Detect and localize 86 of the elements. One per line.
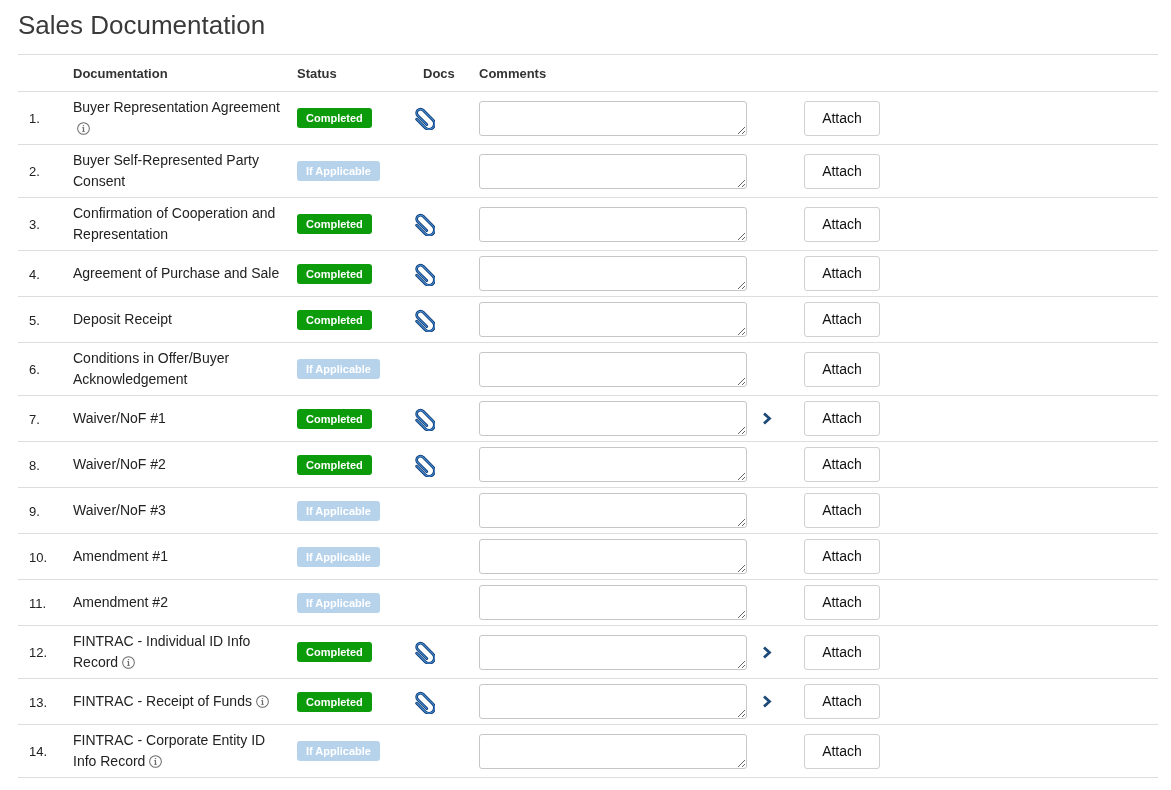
status-badge: If Applicable — [297, 741, 380, 761]
page-title: Sales Documentation — [18, 9, 266, 42]
row-number: 4. — [29, 266, 40, 282]
attach-button[interactable]: Attach — [804, 100, 880, 136]
status-badge: If Applicable — [297, 500, 380, 521]
attach-button[interactable]: Attach — [804, 447, 880, 482]
attach-button[interactable]: Attach — [804, 401, 880, 436]
document-name: Confirmation of Cooperation and Representation — [73, 205, 276, 242]
attach-button[interactable]: Attach — [804, 634, 880, 670]
status-badge: Completed — [297, 454, 372, 475]
comment-field[interactable] — [479, 733, 747, 769]
attach-button[interactable]: Attach — [804, 539, 880, 574]
attach-button[interactable]: Attach — [804, 585, 880, 620]
row-number: 12. — [29, 645, 48, 660]
column-header: Status — [297, 66, 337, 81]
column-header: Documentation — [73, 66, 168, 81]
row-number: 13. — [29, 694, 48, 710]
comment-field[interactable] — [479, 585, 747, 620]
comment-field[interactable] — [479, 493, 747, 528]
comment-field[interactable] — [479, 153, 747, 189]
document-name: Amendment #1 — [73, 548, 168, 564]
attach-button[interactable]: Attach — [804, 256, 880, 291]
row-number: 3. — [29, 217, 40, 232]
row-number: 9. — [29, 503, 40, 519]
row-number: 2. — [29, 164, 40, 179]
attach-button[interactable]: Attach — [804, 493, 880, 528]
comment-field[interactable] — [479, 634, 747, 670]
attach-button[interactable]: Attach — [804, 351, 880, 387]
attach-button[interactable]: Attach — [804, 684, 880, 719]
document-name: Amendment #2 — [73, 594, 168, 610]
row-number: 8. — [29, 457, 40, 473]
document-name: Buyer Representation Agreement — [73, 99, 280, 115]
status-badge: If Applicable — [297, 592, 380, 613]
comment-field[interactable] — [479, 351, 747, 387]
row-number: 1. — [29, 111, 40, 126]
comment-field[interactable] — [479, 401, 747, 436]
document-name: Conditions in Offer/Buyer Acknowledgement — [73, 350, 230, 387]
comment-field[interactable] — [479, 100, 747, 136]
document-name: FINTRAC - Individual ID Info Record — [73, 633, 251, 670]
paperclip-icon[interactable] — [413, 307, 435, 332]
comment-field[interactable] — [479, 539, 747, 574]
document-name: FINTRAC - Receipt of Funds — [73, 693, 252, 709]
attach-button[interactable]: Attach — [804, 153, 880, 189]
row-number: 11. — [29, 595, 47, 611]
comment-field[interactable] — [479, 302, 747, 337]
paperclip-icon[interactable] — [413, 106, 435, 130]
comment-field[interactable] — [479, 256, 747, 291]
chevron-right-icon[interactable] — [762, 645, 772, 659]
document-name: FINTRAC - Corporate Entity ID Info Record — [73, 732, 266, 769]
status-badge: Completed — [297, 408, 372, 429]
status-badge: If Applicable — [297, 359, 380, 379]
document-name: Deposit Receipt — [73, 311, 172, 327]
document-name: Waiver/NoF #3 — [73, 502, 166, 518]
status-badge: Completed — [297, 214, 372, 234]
paperclip-icon[interactable] — [413, 406, 435, 431]
status-badge: If Applicable — [297, 161, 380, 181]
column-header: Docs — [423, 66, 455, 81]
row-number: 10. — [29, 549, 48, 565]
paperclip-icon[interactable] — [413, 689, 435, 714]
paperclip-icon[interactable] — [413, 640, 435, 664]
row-number: 6. — [29, 362, 40, 377]
status-badge: If Applicable — [297, 546, 380, 567]
document-name: Buyer Self-Represented Party Consent — [73, 152, 259, 189]
attach-button[interactable]: Attach — [804, 302, 880, 337]
status-badge: Completed — [297, 263, 372, 284]
comment-field[interactable] — [479, 684, 747, 719]
column-header: Comments — [479, 66, 547, 81]
status-badge: Completed — [297, 691, 372, 712]
attach-button[interactable]: Attach — [804, 733, 880, 769]
document-name: Waiver/NoF #2 — [73, 456, 166, 472]
comment-field[interactable] — [479, 447, 747, 482]
chevron-right-icon[interactable] — [762, 695, 772, 708]
status-badge: Completed — [297, 309, 372, 330]
paperclip-icon[interactable] — [413, 261, 435, 286]
document-name: Waiver/NoF #1 — [73, 410, 166, 426]
comment-field[interactable] — [479, 206, 747, 242]
status-badge: Completed — [297, 642, 372, 662]
row-number: 5. — [29, 312, 40, 328]
paperclip-icon[interactable] — [413, 452, 435, 477]
attach-button[interactable]: Attach — [804, 206, 880, 242]
chevron-right-icon[interactable] — [762, 412, 772, 425]
document-name: Agreement of Purchase and Sale — [73, 265, 280, 281]
paperclip-icon[interactable] — [413, 212, 435, 236]
status-badge: Completed — [297, 108, 372, 128]
row-number: 7. — [29, 411, 40, 427]
row-number: 14. — [29, 744, 48, 759]
